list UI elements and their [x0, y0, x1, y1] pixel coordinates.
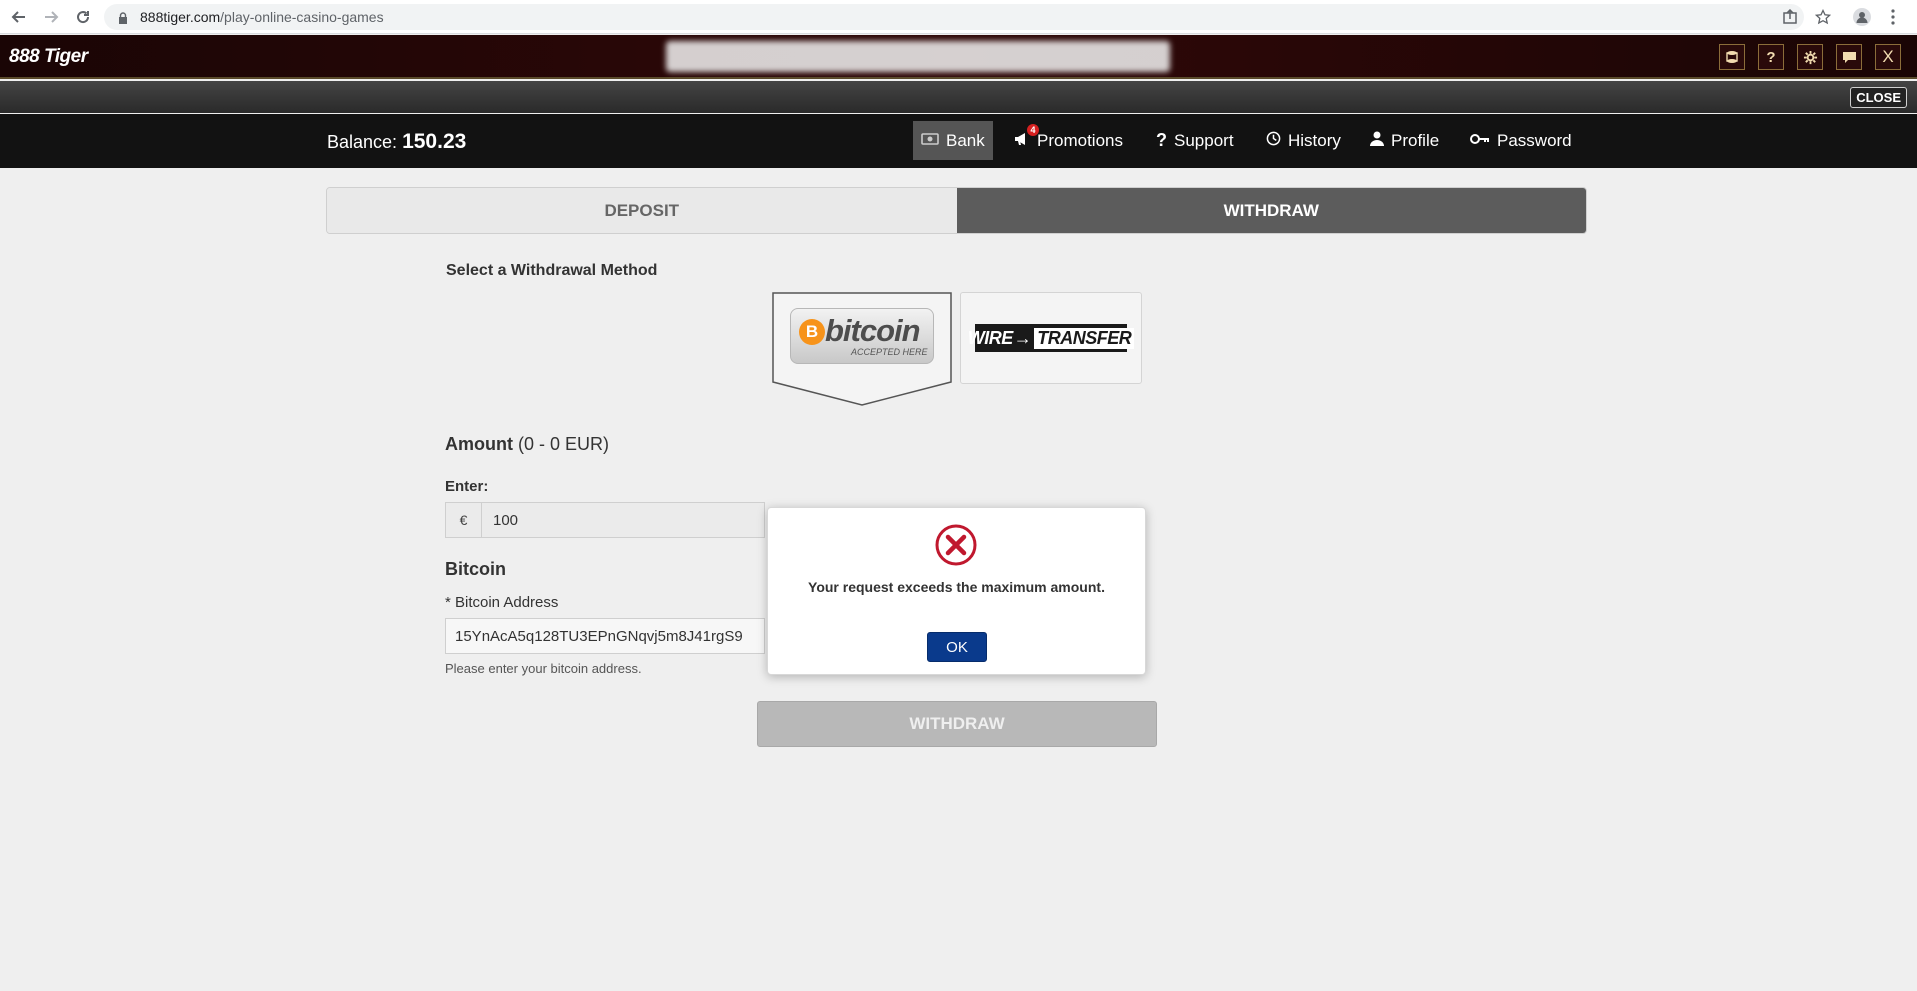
share-icon[interactable]	[1779, 6, 1801, 28]
balance: Balance: 150.23	[327, 130, 466, 154]
profile-avatar-icon[interactable]	[1851, 6, 1873, 28]
url-path: /play-online-casino-games	[220, 9, 384, 25]
nav-promotions-label: Promotions	[1037, 130, 1123, 150]
back-icon[interactable]	[8, 6, 30, 28]
bitcoin-coin-icon: B	[799, 319, 825, 345]
lock-icon	[118, 11, 128, 24]
close-icon[interactable]: X	[1875, 44, 1901, 70]
site-logo[interactable]: 888 Tiger	[9, 46, 88, 68]
nav-password-label: Password	[1497, 130, 1572, 150]
cashier-icon[interactable]	[1719, 44, 1745, 70]
amount-title: Amount (0 - 0 EUR)	[445, 434, 609, 455]
enter-label: Enter:	[445, 478, 489, 495]
bitcoin-address-label: * Bitcoin Address	[445, 594, 559, 611]
wire-arrow-icon: →	[1013, 327, 1032, 348]
settings-icon[interactable]	[1797, 44, 1823, 70]
close-button[interactable]: CLOSE	[1850, 87, 1907, 108]
nav-support[interactable]: ? Support	[1148, 121, 1242, 160]
bitcoin-sub: ACCEPTED HERE	[851, 347, 928, 357]
site-header: 888 Tiger ? X	[0, 35, 1917, 79]
nav-support-label: Support	[1174, 130, 1234, 150]
question-icon: ?	[1156, 130, 1167, 150]
megaphone-icon	[1014, 132, 1030, 150]
balance-value: 150.23	[402, 130, 467, 153]
key-icon	[1470, 132, 1490, 149]
nav-bank-label: Bank	[946, 130, 985, 150]
currency-symbol: €	[446, 503, 482, 537]
wire-right: TRANSFER	[1034, 327, 1135, 349]
nav-profile[interactable]: Profile	[1362, 121, 1447, 160]
nav-bank[interactable]: Bank	[913, 121, 993, 160]
promotions-badge: 4	[1027, 124, 1039, 136]
reload-icon[interactable]	[72, 6, 94, 28]
history-icon	[1266, 131, 1281, 150]
forward-icon[interactable]	[40, 6, 62, 28]
bitcoin-section-heading: Bitcoin	[445, 559, 506, 579]
nav-promotions[interactable]: 4 Promotions	[1006, 121, 1131, 160]
withdraw-button[interactable]: WITHDRAW	[757, 701, 1157, 747]
bitcoin-address-input[interactable]: 15YnAcA5q128TU3EPnGNqvj5m8J41rgS9	[445, 618, 765, 654]
error-message: Your request exceeds the maximum amount.	[808, 579, 1105, 595]
error-icon	[935, 524, 977, 566]
bitcoin-logo: B bitcoin ACCEPTED HERE	[790, 308, 934, 364]
ok-button[interactable]: OK	[927, 632, 987, 662]
wire-transfer-logo: WIRE → TRANSFER	[968, 324, 1135, 352]
menu-dots-icon[interactable]	[1882, 6, 1904, 28]
user-icon	[1370, 131, 1384, 150]
amount-input[interactable]: € 100	[445, 502, 765, 538]
amount-value[interactable]: 100	[482, 503, 764, 537]
chat-icon[interactable]	[1836, 44, 1862, 70]
search-bar[interactable]	[666, 41, 1170, 72]
wire-left: WIRE	[967, 327, 1014, 348]
amount-title-label: Amount	[445, 434, 513, 454]
tab-withdraw[interactable]: WITHDRAW	[956, 188, 1586, 233]
header-icon-group: ? X	[1719, 44, 1901, 70]
cashier-tabs: DEPOSIT WITHDRAW	[326, 187, 1587, 234]
nav-profile-label: Profile	[1391, 130, 1440, 150]
help-icon[interactable]: ?	[1758, 44, 1784, 70]
cashier-nav-bar: Balance: 150.23 Bank 4 Promotions ? Supp…	[0, 114, 1917, 168]
bitcoin-address-help: Please enter your bitcoin address.	[445, 661, 642, 676]
method-bitcoin[interactable]: B bitcoin ACCEPTED HERE	[772, 292, 952, 406]
browser-toolbar: 888tiger.com/play-online-casino-games	[0, 0, 1917, 34]
star-icon[interactable]	[1812, 6, 1834, 28]
error-dialog: Your request exceeds the maximum amount.…	[767, 507, 1146, 675]
select-method-label: Select a Withdrawal Method	[446, 262, 658, 279]
url-host: 888tiger.com	[140, 9, 221, 25]
address-bar[interactable]: 888tiger.com/play-online-casino-games	[104, 4, 1804, 30]
nav-password[interactable]: Password	[1462, 121, 1580, 160]
nav-history-label: History	[1288, 130, 1341, 150]
bitcoin-word: bitcoin	[825, 313, 921, 348]
bank-icon	[921, 132, 939, 150]
nav-history[interactable]: History	[1258, 121, 1349, 160]
balance-label: Balance:	[327, 132, 398, 152]
tab-deposit[interactable]: DEPOSIT	[327, 188, 957, 233]
amount-range: (0 - 0 EUR)	[512, 434, 609, 454]
sub-header-bar: CLOSE	[0, 81, 1917, 113]
method-wire-transfer[interactable]: WIRE → TRANSFER	[960, 292, 1142, 384]
